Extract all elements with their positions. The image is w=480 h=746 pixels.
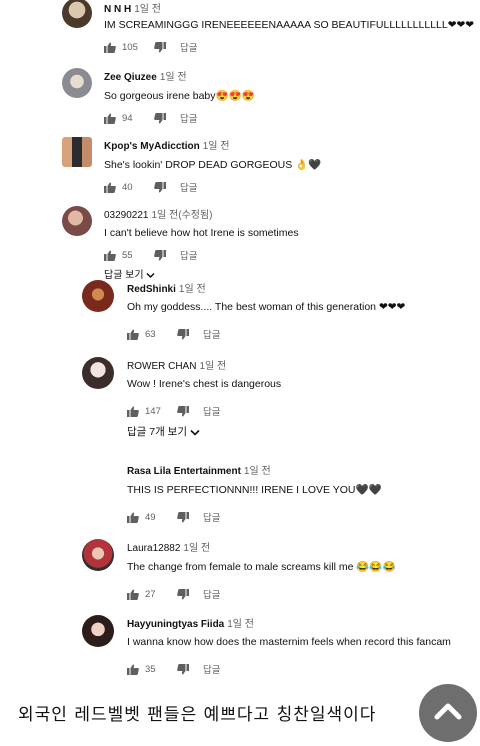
comment-time[interactable]: 1일 전 xyxy=(179,284,206,295)
thumbs-down-icon[interactable] xyxy=(177,588,189,600)
thumbs-up-icon[interactable] xyxy=(127,589,139,600)
thumbs-down-icon[interactable] xyxy=(154,249,166,261)
avatar[interactable] xyxy=(82,615,114,647)
comment-text: Oh my goddess.... The best woman of this… xyxy=(127,301,406,313)
thumbs-up-icon[interactable] xyxy=(127,406,139,417)
comment-author[interactable]: Zee Qiuzee xyxy=(104,72,157,83)
thumbs-down-icon[interactable] xyxy=(154,181,166,193)
chevron-up-icon xyxy=(434,702,462,725)
like-count: 63 xyxy=(145,328,156,340)
thumbs-down-icon[interactable] xyxy=(177,405,189,417)
like-count: 55 xyxy=(122,249,133,261)
like-count: 49 xyxy=(145,511,156,523)
thumbs-up-icon[interactable] xyxy=(104,182,116,193)
thumbs-down-icon[interactable] xyxy=(154,41,166,53)
like-count: 147 xyxy=(145,405,161,417)
comment-author[interactable]: N N H xyxy=(104,4,131,15)
avatar[interactable] xyxy=(62,0,92,28)
reply-button[interactable]: 답글 xyxy=(180,248,197,262)
reply-button[interactable]: 답글 xyxy=(180,40,197,54)
comment-time[interactable]: 1일 전 xyxy=(244,466,271,477)
comment-text: She's lookin' DROP DEAD GORGEOUS 👌🖤 xyxy=(104,159,322,171)
like-count: 35 xyxy=(145,663,156,675)
comment-text: The change from female to male screams k… xyxy=(127,561,396,573)
thumbs-up-icon[interactable] xyxy=(127,512,139,523)
comment-text: IM SCREAMINGGG IRENEEEEEENAAAAA SO BEAUT… xyxy=(104,19,474,31)
thumbs-down-icon[interactable] xyxy=(177,328,189,340)
like-count: 105 xyxy=(122,41,138,53)
comment-time[interactable]: 1일 전(수정됨) xyxy=(152,210,213,221)
avatar[interactable] xyxy=(82,280,114,312)
thumbs-up-icon[interactable] xyxy=(127,329,139,340)
caption-text: 외국인 레드벨벳 팬들은 예쁘다고 칭찬일색이다 xyxy=(18,705,377,725)
thumbs-down-icon[interactable] xyxy=(177,511,189,523)
view-replies-button[interactable]: 답글 7개 보기 xyxy=(127,424,200,439)
comment-author[interactable]: Kpop's MyAdicction xyxy=(104,141,200,152)
comment-text: I wanna know how does the masternim feel… xyxy=(127,636,451,648)
comment-author[interactable]: Hayyuningtyas Fiida xyxy=(127,619,224,630)
comment-author[interactable]: Rasa Lila Entertainment xyxy=(127,466,241,477)
reply-button[interactable]: 답글 xyxy=(203,510,220,524)
avatar[interactable] xyxy=(62,206,92,236)
like-count: 40 xyxy=(122,181,133,193)
thumbs-up-icon[interactable] xyxy=(104,113,116,124)
avatar[interactable] xyxy=(82,357,114,389)
avatar[interactable] xyxy=(62,137,92,167)
comment-text: THIS IS PERFECTIONNN!!! IRENE I LOVE YOU… xyxy=(127,484,382,496)
comment-time[interactable]: 1일 전 xyxy=(134,4,161,15)
comment-author[interactable]: ROWER CHAN xyxy=(127,361,196,372)
reply-button[interactable]: 답글 xyxy=(203,662,220,676)
comment-time[interactable]: 1일 전 xyxy=(203,141,230,152)
thumbs-down-icon[interactable] xyxy=(177,663,189,675)
comment-author[interactable]: Laura12882 xyxy=(127,543,180,554)
comment-text: So gorgeous irene baby😍😍😍 xyxy=(104,90,255,102)
view-replies-label: 답글 7개 보기 xyxy=(127,426,187,438)
comment-author[interactable]: 03290221 xyxy=(104,210,149,221)
avatar[interactable] xyxy=(82,539,114,571)
comment-author[interactable]: RedShinki xyxy=(127,284,176,295)
view-replies-button[interactable]: 답글 보기 xyxy=(104,266,155,281)
reply-button[interactable]: 답글 xyxy=(180,111,197,125)
comment-time[interactable]: 1일 전 xyxy=(199,361,226,372)
like-count: 27 xyxy=(145,588,156,600)
like-count: 94 xyxy=(122,112,133,124)
reply-button[interactable]: 답글 xyxy=(203,587,220,601)
chevron-down-icon xyxy=(190,426,200,438)
comment-time[interactable]: 1일 전 xyxy=(183,543,210,554)
thumbs-down-icon[interactable] xyxy=(154,112,166,124)
comment-time[interactable]: 1일 전 xyxy=(227,619,254,630)
reply-button[interactable]: 답글 xyxy=(180,180,197,194)
comment-text: I can't believe how hot Irene is sometim… xyxy=(104,227,299,239)
thumbs-up-icon[interactable] xyxy=(104,42,116,53)
reply-button[interactable]: 답글 xyxy=(203,327,220,341)
thumbs-up-icon[interactable] xyxy=(104,250,116,261)
comment-text: Wow ! Irene's chest is dangerous xyxy=(127,378,282,390)
comment-time[interactable]: 1일 전 xyxy=(160,72,187,83)
scroll-top-button[interactable] xyxy=(419,684,477,742)
avatar[interactable] xyxy=(62,68,92,98)
reply-button[interactable]: 답글 xyxy=(203,404,220,418)
thumbs-up-icon[interactable] xyxy=(127,664,139,675)
